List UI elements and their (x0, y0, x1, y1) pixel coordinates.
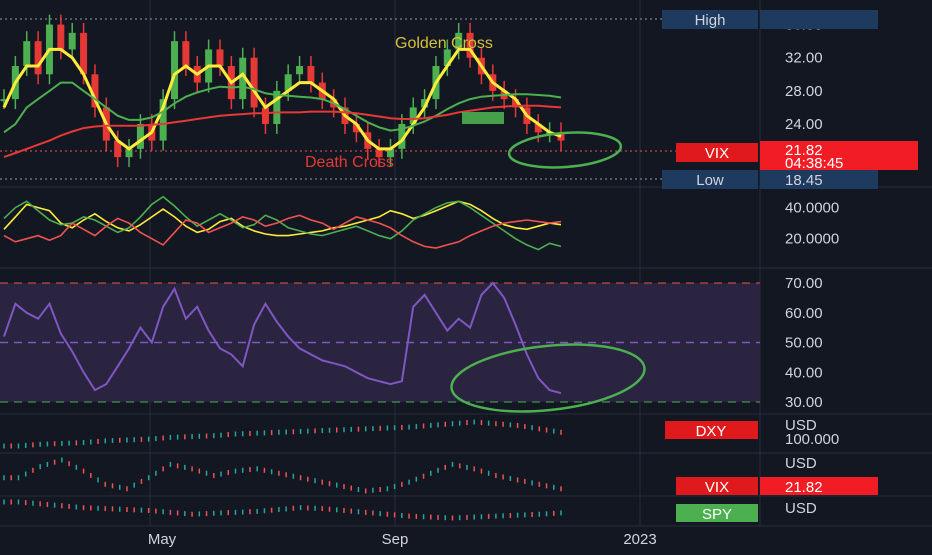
candle-body[interactable] (57, 24, 65, 50)
low-tag-value: 18.45 (785, 172, 823, 189)
candle-body[interactable] (136, 124, 144, 149)
candle-body[interactable] (68, 32, 76, 50)
candle-body[interactable] (23, 41, 31, 66)
rsi-axis-tick: 40.00 (785, 364, 823, 381)
vix-axis-tick: 32.00 (785, 50, 823, 67)
death-cross-label: Death Cross (305, 154, 394, 171)
candle-body[interactable] (182, 41, 190, 66)
rsi-axis-tick: 60.00 (785, 305, 823, 322)
spy-axis-unit: USD (785, 500, 817, 517)
vix-symbol-tag: VIX (705, 145, 729, 162)
vix-axis-tick: 28.00 (785, 83, 823, 100)
candle-body[interactable] (261, 107, 269, 124)
high-value-bg[interactable] (760, 10, 878, 29)
vix-small-axis-unit: USD (785, 455, 817, 472)
spy-tag-label: SPY (702, 506, 732, 523)
candle-body[interactable] (171, 41, 179, 100)
oscillator-axis-tick: 40.0000 (785, 200, 839, 217)
oscillator-axis-tick: 20.0000 (785, 231, 839, 248)
high-tag-label: High (695, 12, 726, 29)
time-axis-label: Sep (382, 531, 409, 548)
candle-body[interactable] (250, 57, 258, 108)
candle-body[interactable] (307, 66, 315, 83)
chart-svg[interactable]: Golden CrossDeath Cross USD36.0032.0028.… (0, 0, 932, 550)
time-axis-label: 2023 (623, 531, 656, 548)
dxy-axis-tick: 100.000 (785, 431, 839, 448)
candle-body[interactable] (296, 66, 304, 75)
vix-small-tag-label: VIX (705, 479, 729, 496)
time-axis-bg (0, 527, 932, 550)
time-axis[interactable]: May Sep 2023 (0, 527, 932, 550)
rsi-axis-tick: 30.00 (785, 394, 823, 411)
golden-cross-label: Golden Cross (395, 35, 493, 52)
rsi-axis-tick: 70.00 (785, 275, 823, 292)
rsi-band-background (0, 282, 760, 403)
chart-container[interactable]: Golden CrossDeath Cross USD36.0032.0028.… (0, 0, 932, 550)
low-tag-label: Low (696, 172, 724, 189)
dxy-tag-label: DXY (696, 423, 727, 440)
vix-countdown: 04:38:45 (785, 155, 843, 172)
golden-cross-marker[interactable] (462, 112, 504, 124)
vix-axis-tick: 24.00 (785, 116, 823, 133)
candle-body[interactable] (34, 41, 42, 75)
candle-body[interactable] (216, 49, 224, 66)
rsi-axis-tick: 50.00 (785, 335, 823, 352)
time-axis-label: May (148, 531, 177, 548)
vix-small-tag-value: 21.82 (785, 479, 823, 496)
